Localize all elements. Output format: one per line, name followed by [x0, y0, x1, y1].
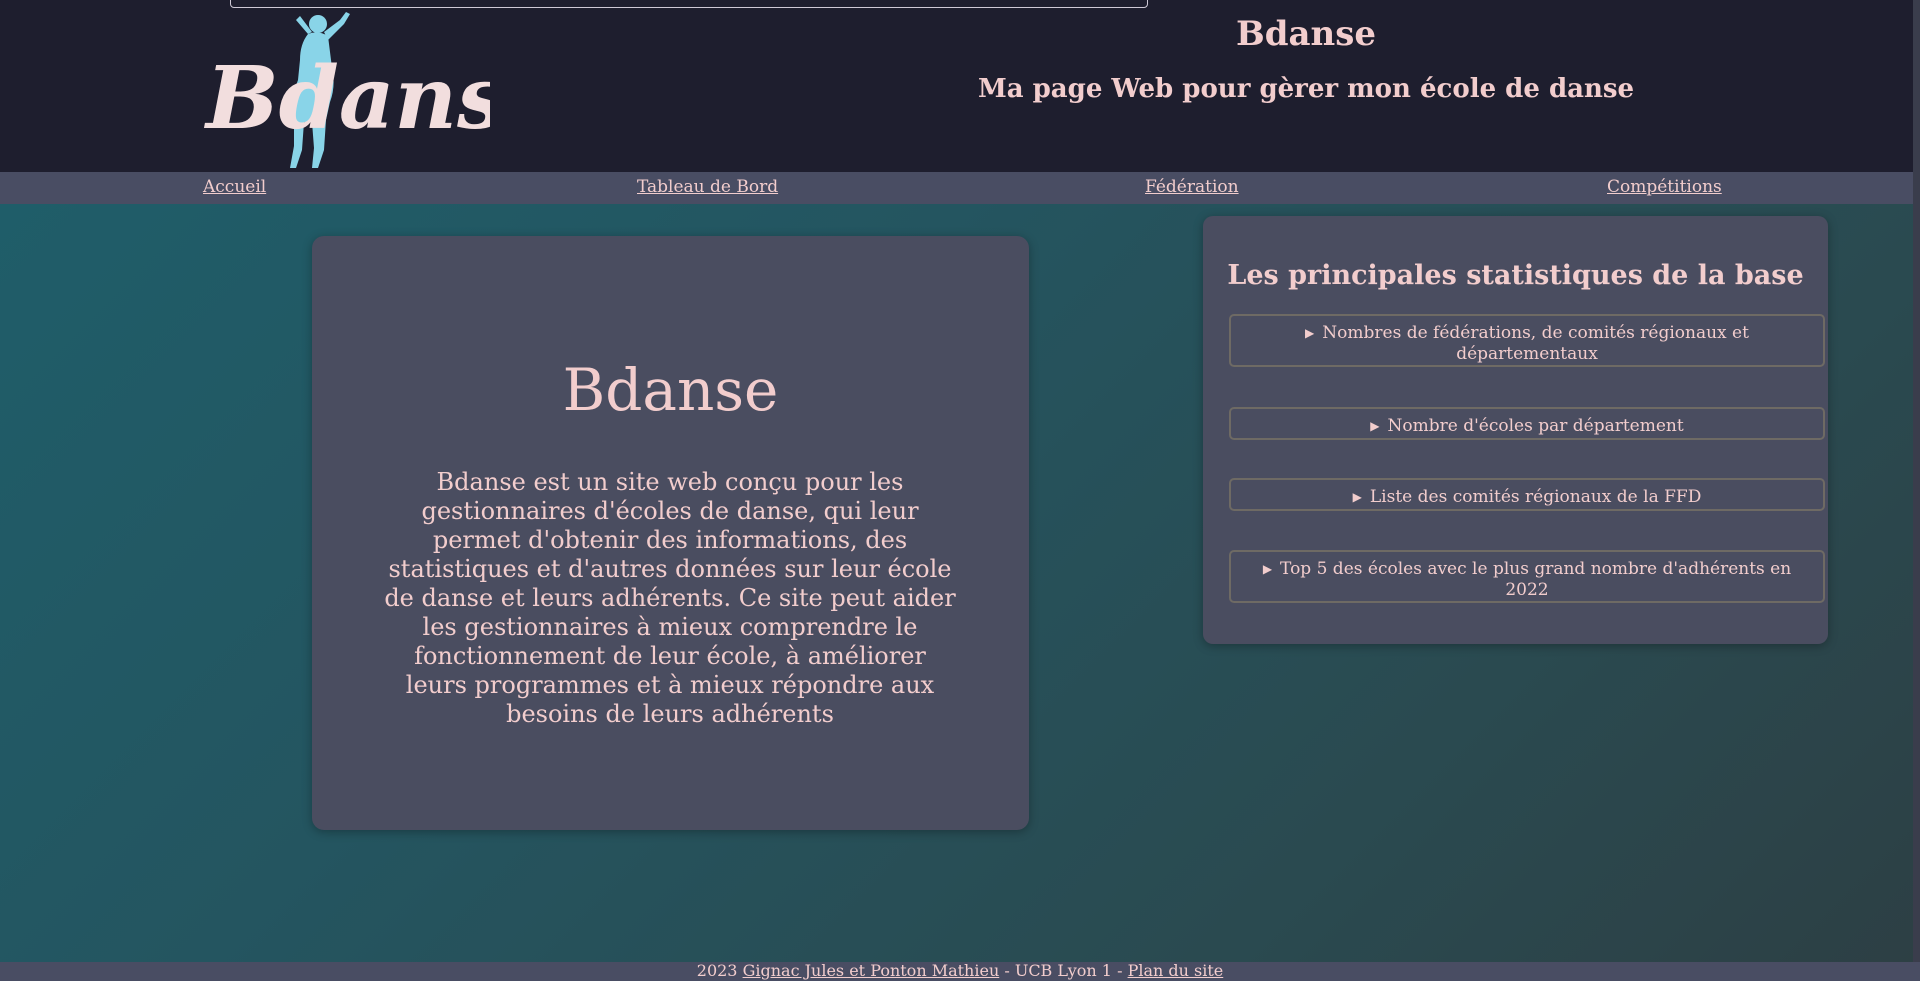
- footer-authors-link[interactable]: Gignac Jules et Ponton Mathieu: [743, 961, 1000, 980]
- stat-details-top5-ecoles[interactable]: ▶ Top 5 des écoles avec le plus grand nom…: [1229, 550, 1825, 603]
- main-navigation: Accueil Tableau de Bord Fédération Compé…: [0, 172, 1920, 204]
- stat-summary-label: Top 5 des écoles avec le plus grand nomb…: [1280, 559, 1792, 600]
- triangle-right-icon: ▶: [1352, 490, 1362, 504]
- logo-wordmark: Bdanse: [203, 48, 490, 149]
- stat-details-ecoles-departement[interactable]: ▶ Nombre d'écoles par département: [1229, 407, 1825, 440]
- site-footer: 2023 Gignac Jules et Ponton Mathieu - UC…: [0, 962, 1920, 981]
- nav-link-accueil[interactable]: Accueil: [203, 177, 266, 197]
- bdanse-logo[interactable]: Bdanse: [200, 10, 490, 170]
- footer-university: - UCB Lyon 1 -: [999, 961, 1128, 980]
- page-scrollbar[interactable]: [1913, 0, 1920, 962]
- stat-summary-label: Liste des comités régionaux de la FFD: [1369, 487, 1702, 507]
- browser-address-bar[interactable]: [230, 0, 1148, 8]
- statistics-panel: Les principales statistiques de la base …: [1203, 216, 1828, 644]
- footer-sitemap-link[interactable]: Plan du site: [1128, 961, 1224, 980]
- stat-summary-label: Nombres de fédérations, de comités régio…: [1322, 323, 1749, 364]
- nav-link-federation[interactable]: Fédération: [1145, 177, 1239, 197]
- footer-year: 2023: [696, 961, 738, 980]
- intro-card: Bdanse Bdanse est un site web conçu pour…: [312, 236, 1029, 830]
- intro-description: Bdanse est un site web conçu pour les ge…: [384, 468, 956, 728]
- intro-title: Bdanse: [562, 356, 779, 424]
- site-subtitle: Ma page Web pour gèrer mon école de dans…: [977, 74, 1635, 104]
- triangle-right-icon: ▶: [1370, 419, 1380, 433]
- triangle-right-icon: ▶: [1305, 326, 1315, 340]
- statistics-title: Les principales statistiques de la base: [1227, 260, 1804, 291]
- stat-details-comites-regionaux[interactable]: ▶ Liste des comités régionaux de la FFD: [1229, 478, 1825, 511]
- triangle-right-icon: ▶: [1262, 562, 1273, 576]
- stat-details-federations[interactable]: ▶ Nombres de fédérations, de comités régi…: [1229, 314, 1825, 367]
- nav-link-tableau-de-bord[interactable]: Tableau de Bord: [637, 177, 778, 197]
- nav-link-competitions[interactable]: Compétitions: [1607, 177, 1722, 197]
- stat-summary-label: Nombre d'écoles par département: [1387, 416, 1684, 436]
- site-header: Bdanse Bdanse Ma page Web pour gèrer mon…: [0, 0, 1920, 172]
- site-title: Bdanse: [1235, 14, 1377, 54]
